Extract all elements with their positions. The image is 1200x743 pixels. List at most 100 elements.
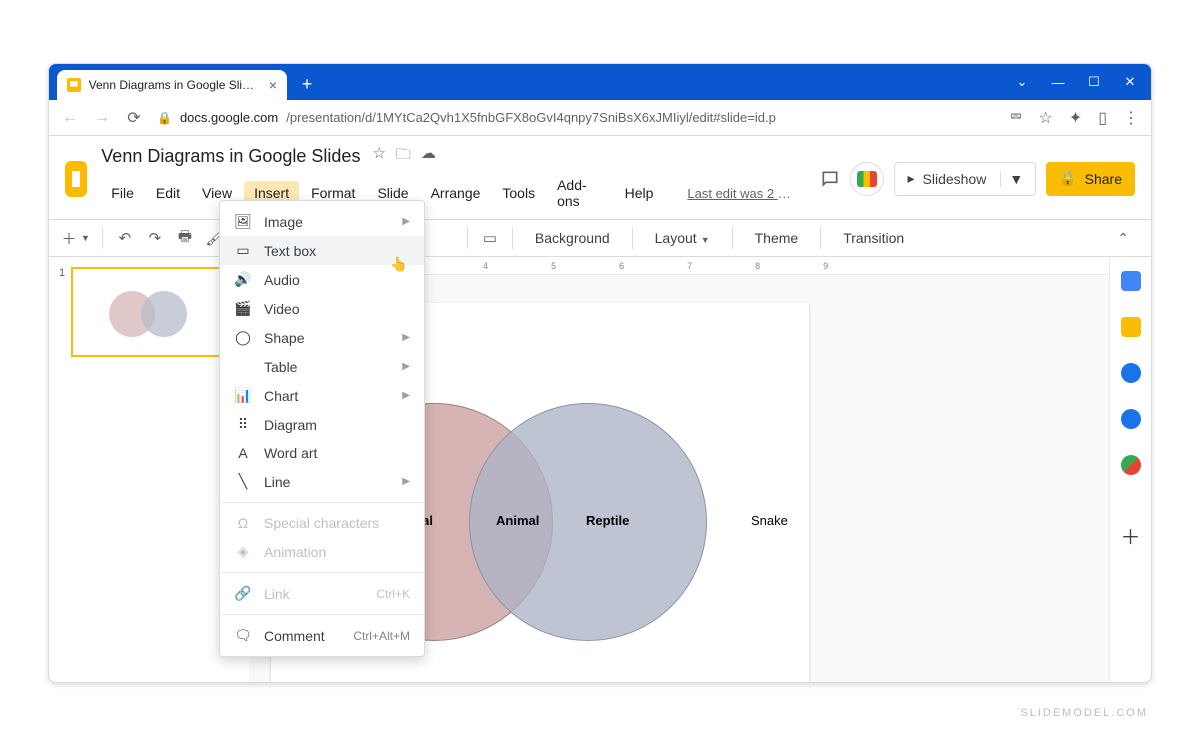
menu-item-label: Link bbox=[264, 586, 290, 602]
slides-logo-icon[interactable] bbox=[65, 161, 87, 197]
slideshow-button[interactable]: ▸ Slideshow ▼ bbox=[894, 162, 1036, 196]
menu-edit[interactable]: Edit bbox=[146, 181, 190, 205]
menu-bar: File Edit View Insert Format Slide Arran… bbox=[101, 171, 806, 213]
url-box[interactable]: 🔒 docs.google.com/presentation/d/1MYtCa2… bbox=[157, 110, 996, 125]
collapse-toolbar-icon[interactable]: ⌃ bbox=[1117, 230, 1141, 247]
submenu-arrow-icon: ▶ bbox=[402, 476, 410, 487]
theme-button[interactable]: Theme bbox=[745, 226, 809, 250]
tab-strip: Venn Diagrams in Google Slides × + ⌄ — ☐… bbox=[49, 64, 1151, 100]
animation-icon: ◈ bbox=[234, 543, 252, 560]
bookmark-icon[interactable]: ☆ bbox=[1038, 108, 1052, 128]
reload-icon[interactable]: ⟳ bbox=[125, 109, 143, 127]
menu-arrange[interactable]: Arrange bbox=[421, 181, 491, 205]
doc-title[interactable]: Venn Diagrams in Google Slides bbox=[101, 146, 360, 167]
audio-icon: 🔊 bbox=[234, 271, 252, 288]
app-header: Venn Diagrams in Google Slides ☆ 🗀 ☁ Fil… bbox=[49, 136, 1151, 213]
edit-status[interactable]: Last edit was 2 hou… bbox=[677, 182, 806, 205]
submenu-arrow-icon: ▶ bbox=[402, 216, 410, 227]
star-icon[interactable]: ☆ bbox=[372, 144, 385, 169]
text-box-icon: ▭ bbox=[234, 242, 252, 259]
insert-menu-comment[interactable]: 🗨CommentCtrl+Alt+M bbox=[220, 621, 424, 650]
overflow-menu-icon[interactable]: ⋮ bbox=[1123, 108, 1139, 128]
contacts-icon[interactable] bbox=[1121, 409, 1141, 429]
print-icon[interactable]: 🖶 bbox=[175, 226, 195, 251]
video-icon: 🎬 bbox=[234, 300, 252, 317]
menu-item-label: Chart bbox=[264, 388, 298, 404]
submenu-arrow-icon: ▶ bbox=[402, 361, 410, 372]
calendar-icon[interactable] bbox=[1121, 271, 1141, 291]
word-art-icon: A bbox=[234, 445, 252, 461]
new-slide-button[interactable]: ＋▼ bbox=[59, 228, 90, 249]
get-addons-icon[interactable]: ＋ bbox=[1121, 521, 1141, 550]
insert-menu-video[interactable]: 🎬Video bbox=[220, 294, 424, 323]
special-characters-icon: Ω bbox=[234, 515, 252, 531]
forward-icon[interactable]: → bbox=[93, 109, 111, 127]
submenu-arrow-icon: ▶ bbox=[402, 332, 410, 343]
background-button[interactable]: Background bbox=[525, 226, 620, 250]
close-window-icon[interactable]: ✕ bbox=[1123, 75, 1137, 89]
redo-icon[interactable]: ↷ bbox=[145, 229, 165, 247]
extensions-icon[interactable]: ✦ bbox=[1069, 108, 1082, 128]
side-panel: ＋ bbox=[1109, 257, 1151, 683]
tasks-icon[interactable] bbox=[1121, 363, 1141, 383]
insert-textbox-icon[interactable]: ▭ bbox=[480, 229, 500, 247]
menu-tools[interactable]: Tools bbox=[492, 181, 545, 205]
browser-window: Venn Diagrams in Google Slides × + ⌄ — ☐… bbox=[48, 63, 1152, 683]
menu-item-label: Special characters bbox=[264, 515, 379, 531]
menu-item-label: Table bbox=[264, 359, 297, 375]
shortcut-label: Ctrl+K bbox=[376, 587, 410, 601]
close-tab-icon[interactable]: × bbox=[269, 77, 277, 93]
move-to-folder-icon[interactable]: 🗀 bbox=[396, 144, 411, 169]
watermark: SLIDEMODEL.COM bbox=[1020, 707, 1148, 719]
shortcut-label: Ctrl+Alt+M bbox=[353, 629, 410, 643]
thumb-circle-right bbox=[141, 291, 187, 337]
chevron-down-icon[interactable]: ⌄ bbox=[1015, 75, 1029, 89]
share-label: Share bbox=[1085, 171, 1122, 187]
share-page-icon[interactable]: ⮹ bbox=[1010, 109, 1023, 127]
insert-menu-table[interactable]: ▦Table▶ bbox=[220, 352, 424, 381]
lock-small-icon: 🔒 bbox=[1059, 170, 1076, 187]
meet-button[interactable] bbox=[850, 162, 884, 196]
url-path: /presentation/d/1MYtCa2Qvh1X5fnbGFX8oGvI… bbox=[286, 110, 776, 125]
share-button[interactable]: 🔒 Share bbox=[1046, 162, 1135, 196]
menu-help[interactable]: Help bbox=[615, 181, 664, 205]
slide-thumbnail[interactable] bbox=[71, 267, 226, 357]
maps-icon[interactable] bbox=[1121, 455, 1141, 475]
menu-file[interactable]: File bbox=[101, 181, 144, 205]
cloud-status-icon[interactable]: ☁ bbox=[421, 144, 436, 169]
comments-icon[interactable] bbox=[820, 169, 840, 189]
image-icon: 🖼 bbox=[234, 213, 252, 230]
layout-button[interactable]: Layout▼ bbox=[645, 226, 720, 250]
slideshow-label: Slideshow bbox=[923, 171, 987, 187]
cursor-icon: 👆 bbox=[390, 256, 407, 273]
venn-label-outer-right[interactable]: Snake bbox=[751, 513, 788, 528]
lock-icon: 🔒 bbox=[157, 111, 172, 125]
transition-button[interactable]: Transition bbox=[833, 226, 914, 250]
play-icon: ▸ bbox=[907, 170, 914, 187]
toolbar: ＋▼ ↶ ↷ 🖶 🖌 ▭ Background Layout▼ Theme Tr… bbox=[49, 219, 1151, 257]
minimize-icon[interactable]: — bbox=[1051, 75, 1065, 89]
undo-icon[interactable]: ↶ bbox=[115, 229, 135, 247]
browser-tab[interactable]: Venn Diagrams in Google Slides × bbox=[57, 70, 287, 100]
window-controls: ⌄ — ☐ ✕ bbox=[1015, 64, 1151, 100]
insert-menu-line[interactable]: ╲Line▶ bbox=[220, 467, 424, 496]
insert-menu-word-art[interactable]: AWord art bbox=[220, 439, 424, 467]
slides-favicon-icon bbox=[67, 78, 81, 92]
reading-list-icon[interactable]: ▯ bbox=[1098, 108, 1107, 128]
menu-item-label: Shape bbox=[264, 330, 304, 346]
maximize-icon[interactable]: ☐ bbox=[1087, 75, 1101, 89]
insert-menu-shape[interactable]: ◯Shape▶ bbox=[220, 323, 424, 352]
line-icon: ╲ bbox=[234, 473, 252, 490]
back-icon[interactable]: ← bbox=[61, 109, 79, 127]
venn-label-center[interactable]: Animal bbox=[496, 513, 539, 528]
new-tab-button[interactable]: + bbox=[293, 70, 321, 98]
insert-menu-diagram[interactable]: ⠿Diagram bbox=[220, 410, 424, 439]
link-icon: 🔗 bbox=[234, 585, 252, 602]
keep-icon[interactable] bbox=[1121, 317, 1141, 337]
insert-menu-image[interactable]: 🖼 Image ▶ bbox=[220, 207, 424, 236]
slideshow-caret-icon[interactable]: ▼ bbox=[1000, 171, 1031, 187]
venn-label-right[interactable]: Reptile bbox=[586, 513, 629, 528]
menu-item-label: Image bbox=[264, 214, 303, 230]
insert-menu-chart[interactable]: 📊Chart▶ bbox=[220, 381, 424, 410]
menu-addons[interactable]: Add-ons bbox=[547, 173, 613, 213]
